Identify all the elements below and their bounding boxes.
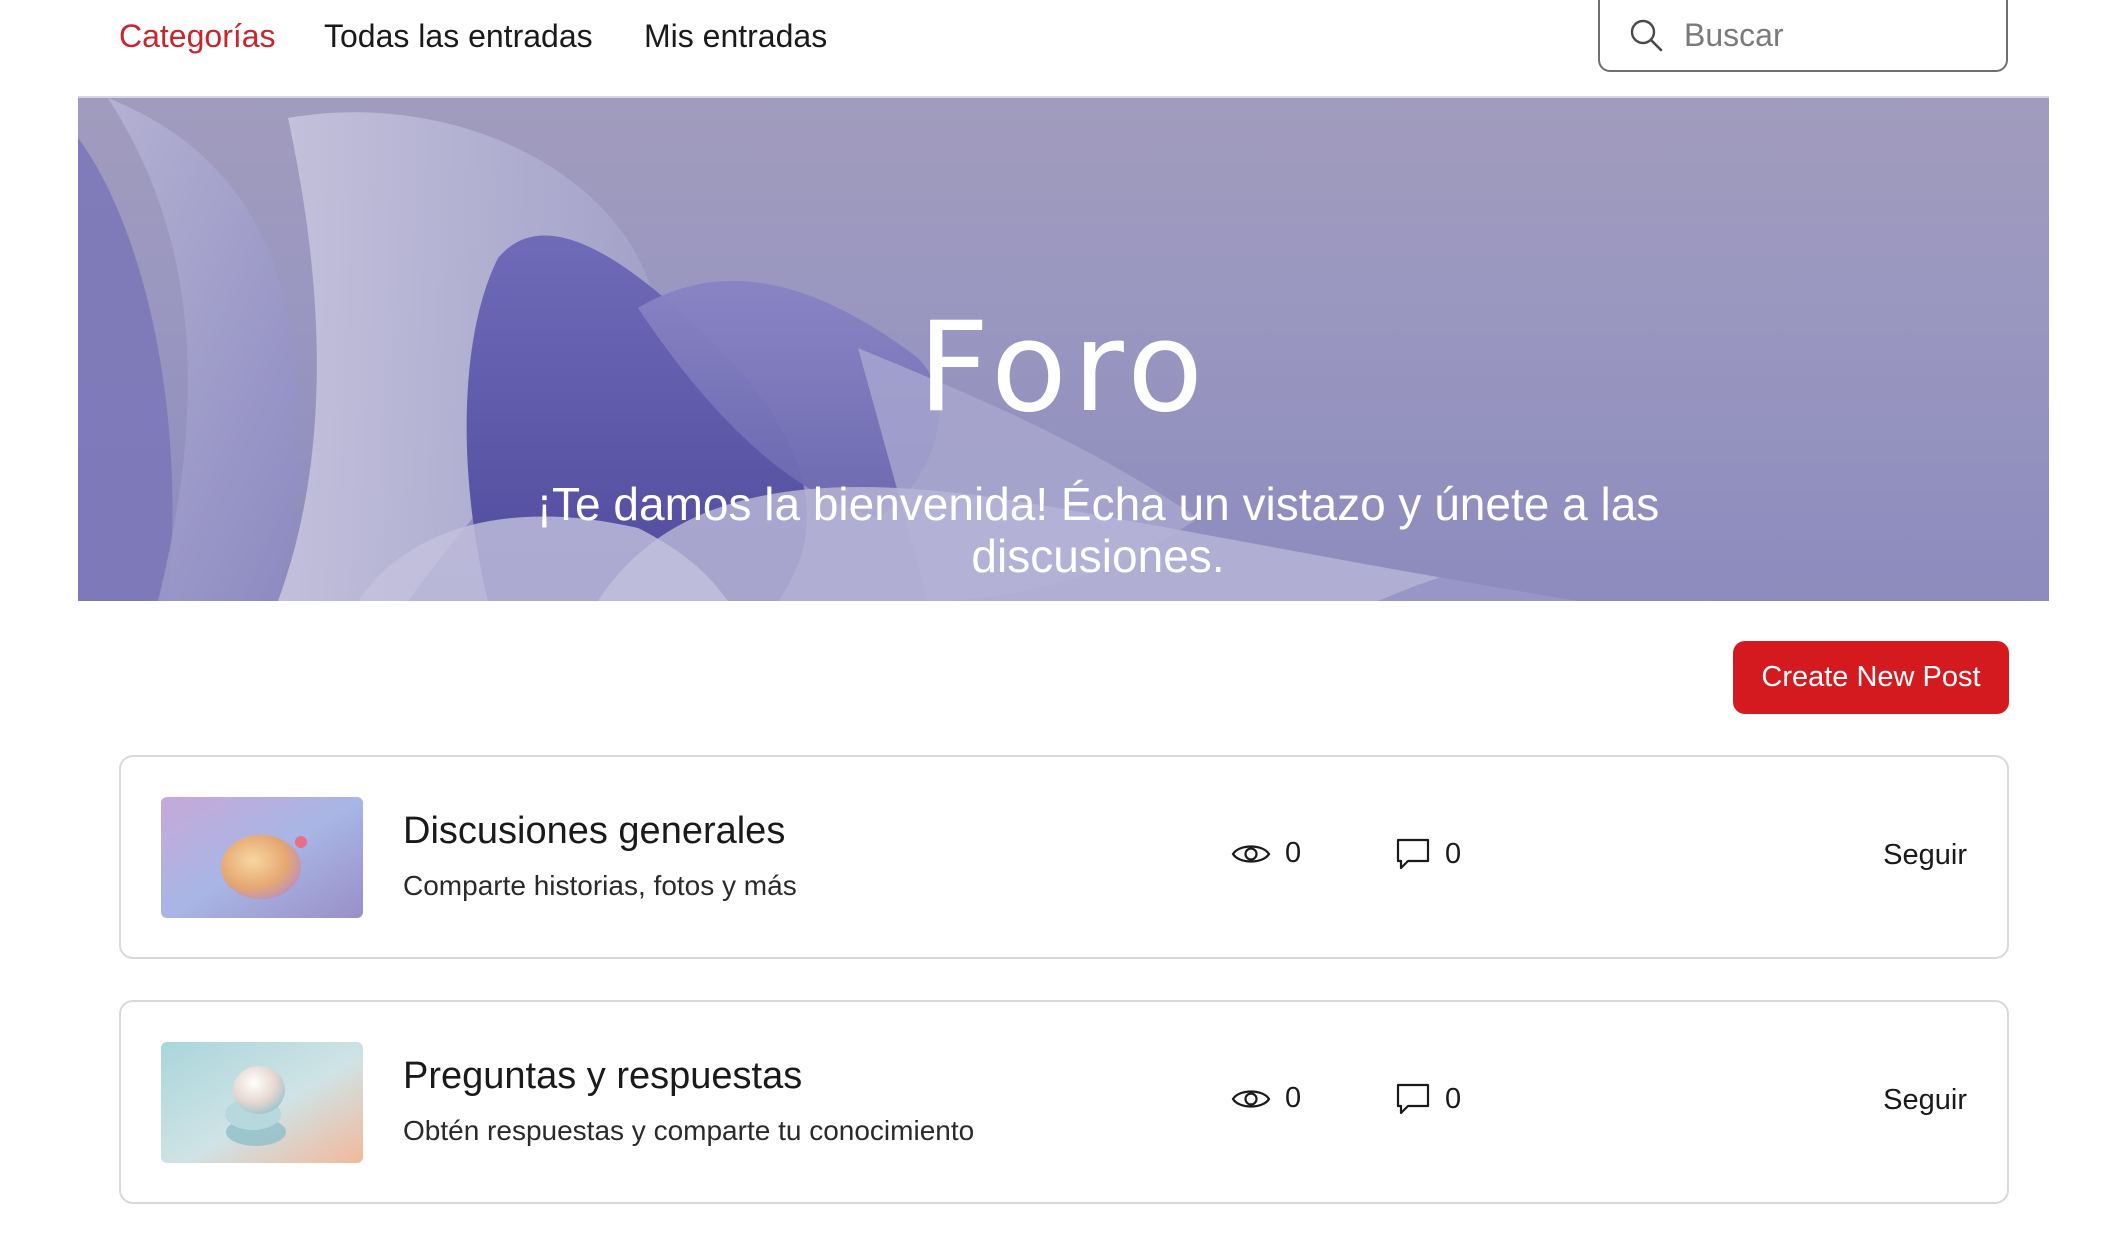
views-count: 0: [1285, 1082, 1302, 1114]
search-box[interactable]: [1598, 0, 2008, 72]
category-thumbnail-image: [161, 1042, 363, 1163]
category-thumbnail-image: [161, 797, 363, 918]
nav-item-mis-entradas[interactable]: Mis entradas: [644, 14, 827, 58]
forum-page: Categorías Todas las entradas Mis entrad…: [0, 0, 2106, 1254]
views-stat: 0: [1231, 837, 1301, 870]
comments-stat: 0: [1395, 1082, 1461, 1116]
category-card-discusiones-generales[interactable]: Discusiones generales Comparte historias…: [119, 755, 2009, 959]
category-title: Discusiones generales: [403, 810, 786, 852]
hero-title: Foro: [918, 296, 1209, 440]
search-icon: [1630, 19, 1663, 52]
eye-icon: [1231, 844, 1271, 863]
category-title: Preguntas y respuestas: [403, 1055, 803, 1097]
comments-count: 0: [1445, 1082, 1462, 1115]
comments-count: 0: [1445, 837, 1462, 870]
category-card-preguntas-y-respuestas[interactable]: Preguntas y respuestas Obtén respuestas …: [119, 1000, 2009, 1204]
views-stat: 0: [1231, 1082, 1301, 1115]
comment-icon: [1396, 1083, 1430, 1115]
hero-banner: Foro ¡Te damos la bienvenida! Écha un vi…: [78, 98, 2049, 601]
category-thumbnail: [161, 797, 363, 918]
create-new-post-button[interactable]: Create New Post: [1733, 641, 2009, 714]
category-thumbnail: [161, 1042, 363, 1163]
views-count: 0: [1285, 837, 1302, 869]
top-nav: Categorías Todas las entradas Mis entrad…: [0, 0, 2106, 96]
follow-button[interactable]: Seguir: [1883, 839, 1967, 872]
hero-subtitle: ¡Te damos la bienvenida! Écha un vistazo…: [536, 478, 1660, 582]
comment-icon: [1396, 838, 1430, 870]
comments-stat: 0: [1395, 837, 1461, 871]
eye-icon: [1231, 1089, 1271, 1108]
follow-button[interactable]: Seguir: [1883, 1084, 1967, 1117]
nav-item-todas-las-entradas[interactable]: Todas las entradas: [324, 14, 593, 58]
nav-item-categorias[interactable]: Categorías: [119, 14, 276, 58]
category-description: Comparte historias, fotos y más: [403, 870, 797, 901]
search-input[interactable]: [1684, 16, 1984, 54]
category-description: Obtén respuestas y comparte tu conocimie…: [403, 1115, 975, 1146]
